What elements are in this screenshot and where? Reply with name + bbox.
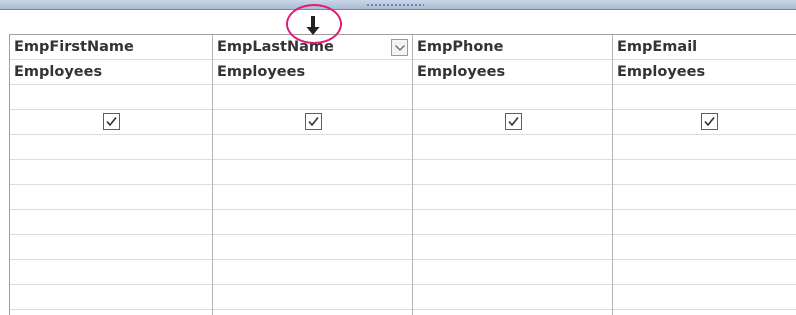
grid-cell[interactable] <box>613 185 796 210</box>
grid-column-4[interactable]: EmpEmail Employees <box>613 35 796 315</box>
checkmark-icon <box>106 117 117 127</box>
grid-cell[interactable] <box>613 310 796 315</box>
table-cell[interactable]: Employees <box>10 60 212 85</box>
grid-cell[interactable] <box>613 285 796 310</box>
grid-cell[interactable] <box>10 260 212 285</box>
sort-cell[interactable] <box>413 85 612 110</box>
grid-cell[interactable] <box>413 285 612 310</box>
grid-cell[interactable] <box>213 235 412 260</box>
query-design-grid: EmpFirstName Employees EmpLastName Emplo… <box>9 34 796 315</box>
sort-cell[interactable] <box>613 85 796 110</box>
field-cell[interactable]: EmpFirstName <box>10 35 212 60</box>
show-checkbox[interactable] <box>304 113 322 130</box>
chevron-down-icon <box>395 45 405 51</box>
or-cell[interactable] <box>10 160 212 185</box>
criteria-cell[interactable] <box>10 135 212 160</box>
move-down-arrow-icon <box>306 16 320 35</box>
field-cell[interactable]: EmpPhone <box>413 35 612 60</box>
or-cell[interactable] <box>413 160 612 185</box>
grid-cell[interactable] <box>213 210 412 235</box>
grid-cell[interactable] <box>413 210 612 235</box>
grid-column-3[interactable]: EmpPhone Employees <box>413 35 613 315</box>
show-cell <box>613 110 796 135</box>
grid-cell[interactable] <box>10 210 212 235</box>
criteria-cell[interactable] <box>213 135 412 160</box>
checkmark-icon <box>307 117 319 127</box>
grid-cell[interactable] <box>413 185 612 210</box>
show-checkbox[interactable] <box>103 113 120 130</box>
grid-column-2[interactable]: EmpLastName Employees <box>213 35 413 315</box>
grid-cell[interactable] <box>613 235 796 260</box>
table-cell[interactable]: Employees <box>613 60 796 85</box>
grid-cell[interactable] <box>213 185 412 210</box>
or-cell[interactable] <box>613 160 796 185</box>
or-cell[interactable] <box>213 160 412 185</box>
field-cell[interactable]: EmpEmail <box>613 35 796 60</box>
grid-cell[interactable] <box>613 210 796 235</box>
grid-cell[interactable] <box>213 285 412 310</box>
grid-cell[interactable] <box>10 310 212 315</box>
grid-cell[interactable] <box>413 235 612 260</box>
field-dropdown-button[interactable] <box>391 39 408 56</box>
criteria-cell[interactable] <box>413 135 612 160</box>
sort-cell[interactable] <box>10 85 212 110</box>
grid-column-1[interactable]: EmpFirstName Employees <box>10 35 213 315</box>
grid-cell[interactable] <box>213 310 412 315</box>
grid-cell[interactable] <box>613 260 796 285</box>
show-checkbox[interactable] <box>701 113 718 130</box>
table-cell[interactable]: Employees <box>213 60 412 85</box>
sort-cell[interactable] <box>213 85 412 110</box>
grid-cell[interactable] <box>10 285 212 310</box>
grid-cell[interactable] <box>213 260 412 285</box>
splitter-grip[interactable] <box>366 3 424 7</box>
table-cell[interactable]: Employees <box>413 60 612 85</box>
grid-cell[interactable] <box>413 260 612 285</box>
criteria-cell[interactable] <box>613 135 796 160</box>
grid-cell[interactable] <box>10 185 212 210</box>
checkmark-icon <box>507 117 519 127</box>
pane-splitter[interactable] <box>0 0 796 10</box>
show-checkbox[interactable] <box>504 113 522 130</box>
show-cell <box>213 110 412 135</box>
grid-cell[interactable] <box>10 235 212 260</box>
checkmark-icon <box>704 117 715 127</box>
show-cell <box>413 110 612 135</box>
show-cell <box>10 110 212 135</box>
grid-cell[interactable] <box>413 310 612 315</box>
